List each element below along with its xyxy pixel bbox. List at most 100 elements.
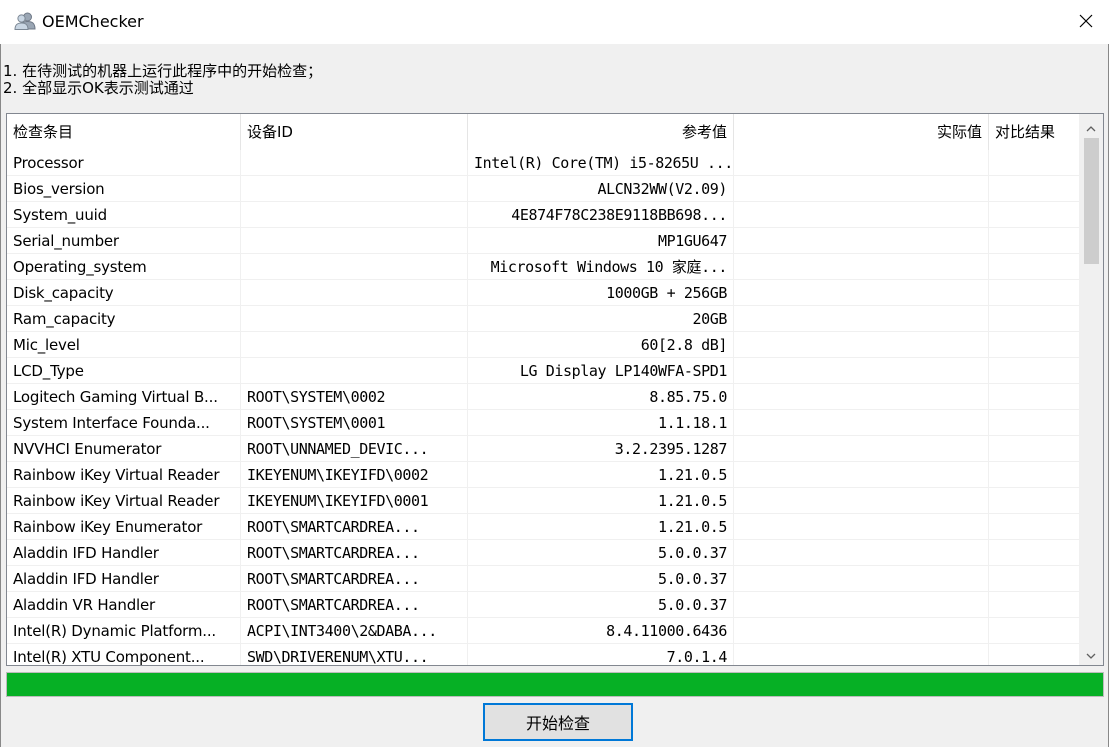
cell-check-item: Mic_level bbox=[7, 332, 241, 358]
cell-check-item: Rainbow iKey Virtual Reader bbox=[7, 462, 241, 488]
cell-reference-value: 3.2.2395.1287 bbox=[468, 436, 734, 462]
table-row[interactable]: Intel(R) Dynamic Platform... ACPI\INT3400… bbox=[7, 618, 1081, 644]
column-header-check-item[interactable]: 检查条目 bbox=[7, 114, 241, 150]
table-row[interactable]: Disk_capacity 1000GB + 256GB bbox=[7, 280, 1081, 306]
table-row[interactable]: System Interface Founda... ROOT\SYSTEM\00… bbox=[7, 410, 1081, 436]
cell-device-id: ROOT\SYSTEM\0001 bbox=[241, 410, 468, 436]
cell-reference-value: 8.85.75.0 bbox=[468, 384, 734, 410]
table-row[interactable]: Aladdin IFD Handler ROOT\SMARTCARDREA... 5… bbox=[7, 540, 1081, 566]
table-row[interactable]: Ram_capacity 20GB bbox=[7, 306, 1081, 332]
cell-actual-value bbox=[734, 566, 989, 592]
cell-check-item: System Interface Founda... bbox=[7, 410, 241, 436]
table-row[interactable]: NVVHCI Enumerator ROOT\UNNAMED_DEVIC... 3.… bbox=[7, 436, 1081, 462]
list-header: 检查条目 设备ID 参考值 实际值 对比结果 bbox=[7, 114, 1081, 150]
instruction-line: 2. 全部显示OK表示测试通过 bbox=[3, 79, 194, 97]
cell-device-id: ACPI\INT3400\2&DABA... bbox=[241, 618, 468, 644]
cell-check-item: Serial_number bbox=[7, 228, 241, 254]
cell-reference-value: 1.1.18.1 bbox=[468, 410, 734, 436]
instructions-label: 1. 在待测试的机器上运行此程序中的开始检查； 2. 全部显示OK表示测试通过 bbox=[3, 63, 322, 97]
column-header-device-id[interactable]: 设备ID bbox=[241, 114, 468, 150]
cell-reference-value: LG Display LP140WFA-SPD1 bbox=[468, 358, 734, 384]
column-header-actual-value[interactable]: 实际值 bbox=[734, 114, 989, 150]
cell-reference-value: 1.21.0.5 bbox=[468, 514, 734, 540]
cell-check-item: Bios_version bbox=[7, 176, 241, 202]
cell-check-item: Aladdin IFD Handler bbox=[7, 566, 241, 592]
cell-reference-value: 4E874F78C238E9118BB698... bbox=[468, 202, 734, 228]
start-check-button[interactable]: 开始检查 bbox=[483, 703, 633, 741]
cell-check-item: Disk_capacity bbox=[7, 280, 241, 306]
scroll-up-button[interactable] bbox=[1079, 114, 1103, 138]
table-row[interactable]: Aladdin IFD Handler ROOT\SMARTCARDREA... 5… bbox=[7, 566, 1081, 592]
progress-bar bbox=[6, 672, 1104, 697]
close-button[interactable] bbox=[1063, 0, 1109, 44]
cell-device-id bbox=[241, 254, 468, 280]
cell-compare-result bbox=[989, 150, 1081, 176]
table-row[interactable]: System_uuid 4E874F78C238E9118BB698... bbox=[7, 202, 1081, 228]
cell-compare-result bbox=[989, 644, 1081, 665]
cell-device-id: ROOT\SMARTCARDREA... bbox=[241, 514, 468, 540]
table-row[interactable]: Operating_system Microsoft Windows 10 家庭.… bbox=[7, 254, 1081, 280]
cell-compare-result bbox=[989, 436, 1081, 462]
scrollbar-track[interactable] bbox=[1079, 138, 1103, 641]
cell-compare-result bbox=[989, 618, 1081, 644]
table-row[interactable]: Rainbow iKey Virtual Reader IKEYENUM\IKEY… bbox=[7, 462, 1081, 488]
cell-device-id bbox=[241, 202, 468, 228]
cell-device-id bbox=[241, 306, 468, 332]
cell-compare-result bbox=[989, 254, 1081, 280]
table-row[interactable]: Aladdin VR Handler ROOT\SMARTCARDREA... 5.… bbox=[7, 592, 1081, 618]
cell-check-item: Aladdin IFD Handler bbox=[7, 540, 241, 566]
cell-device-id bbox=[241, 150, 468, 176]
cell-compare-result bbox=[989, 176, 1081, 202]
title-bar[interactable]: OEMChecker bbox=[0, 0, 1109, 44]
cell-check-item: Processor bbox=[7, 150, 241, 176]
cell-device-id: ROOT\UNNAMED_DEVIC... bbox=[241, 436, 468, 462]
cell-device-id: SWD\DRIVERENUM\XTU... bbox=[241, 644, 468, 665]
cell-reference-value: 7.0.1.4 bbox=[468, 644, 734, 665]
cell-compare-result bbox=[989, 202, 1081, 228]
cell-reference-value: 60[2.8 dB] bbox=[468, 332, 734, 358]
window-title: OEMChecker bbox=[42, 12, 144, 31]
table-row[interactable]: Intel(R) XTU Component... SWD\DRIVERENUM\… bbox=[7, 644, 1081, 665]
cell-actual-value bbox=[734, 488, 989, 514]
table-row[interactable]: LCD_Type LG Display LP140WFA-SPD1 bbox=[7, 358, 1081, 384]
cell-device-id bbox=[241, 228, 468, 254]
table-row[interactable]: Processor Intel(R) Core(TM) i5-8265U ... bbox=[7, 150, 1081, 176]
cell-check-item: Aladdin VR Handler bbox=[7, 592, 241, 618]
cell-compare-result bbox=[989, 540, 1081, 566]
chevron-up-icon bbox=[1086, 117, 1096, 136]
cell-reference-value: 1.21.0.5 bbox=[468, 462, 734, 488]
cell-check-item: Intel(R) Dynamic Platform... bbox=[7, 618, 241, 644]
table-row[interactable]: Bios_version ALCN32WW(V2.09) bbox=[7, 176, 1081, 202]
cell-reference-value: 5.0.0.37 bbox=[468, 566, 734, 592]
vertical-scrollbar[interactable] bbox=[1079, 114, 1103, 665]
table-row[interactable]: Serial_number MP1GU647 bbox=[7, 228, 1081, 254]
cell-device-id: ROOT\SMARTCARDREA... bbox=[241, 566, 468, 592]
table-row[interactable]: Logitech Gaming Virtual B... ROOT\SYSTEM\… bbox=[7, 384, 1081, 410]
cell-actual-value bbox=[734, 592, 989, 618]
cell-check-item: Operating_system bbox=[7, 254, 241, 280]
cell-actual-value bbox=[734, 332, 989, 358]
cell-reference-value: ALCN32WW(V2.09) bbox=[468, 176, 734, 202]
cell-actual-value bbox=[734, 618, 989, 644]
cell-compare-result bbox=[989, 358, 1081, 384]
table-row[interactable]: Rainbow iKey Enumerator ROOT\SMARTCARDREA… bbox=[7, 514, 1081, 540]
cell-check-item: NVVHCI Enumerator bbox=[7, 436, 241, 462]
cell-compare-result bbox=[989, 462, 1081, 488]
table-row[interactable]: Rainbow iKey Virtual Reader IKEYENUM\IKEY… bbox=[7, 488, 1081, 514]
column-header-compare-result[interactable]: 对比结果 bbox=[989, 114, 1081, 150]
table-row[interactable]: Mic_level 60[2.8 dB] bbox=[7, 332, 1081, 358]
cell-device-id: IKEYENUM\IKEYIFD\0002 bbox=[241, 462, 468, 488]
cell-check-item: LCD_Type bbox=[7, 358, 241, 384]
cell-compare-result bbox=[989, 410, 1081, 436]
check-results-list[interactable]: 检查条目 设备ID 参考值 实际值 对比结果 Processor Intel(R)… bbox=[6, 113, 1104, 666]
cell-compare-result bbox=[989, 228, 1081, 254]
cell-device-id: ROOT\SMARTCARDREA... bbox=[241, 592, 468, 618]
scrollbar-thumb[interactable] bbox=[1084, 138, 1099, 264]
cell-compare-result bbox=[989, 384, 1081, 410]
column-header-reference-value[interactable]: 参考值 bbox=[468, 114, 734, 150]
cell-reference-value: 1.21.0.5 bbox=[468, 488, 734, 514]
oemchecker-window: OEMChecker 1. 在待测试的机器上运行此程序中的开始检查； 2. 全部… bbox=[0, 0, 1109, 747]
cell-device-id bbox=[241, 332, 468, 358]
scroll-down-button[interactable] bbox=[1079, 641, 1103, 665]
cell-actual-value bbox=[734, 462, 989, 488]
